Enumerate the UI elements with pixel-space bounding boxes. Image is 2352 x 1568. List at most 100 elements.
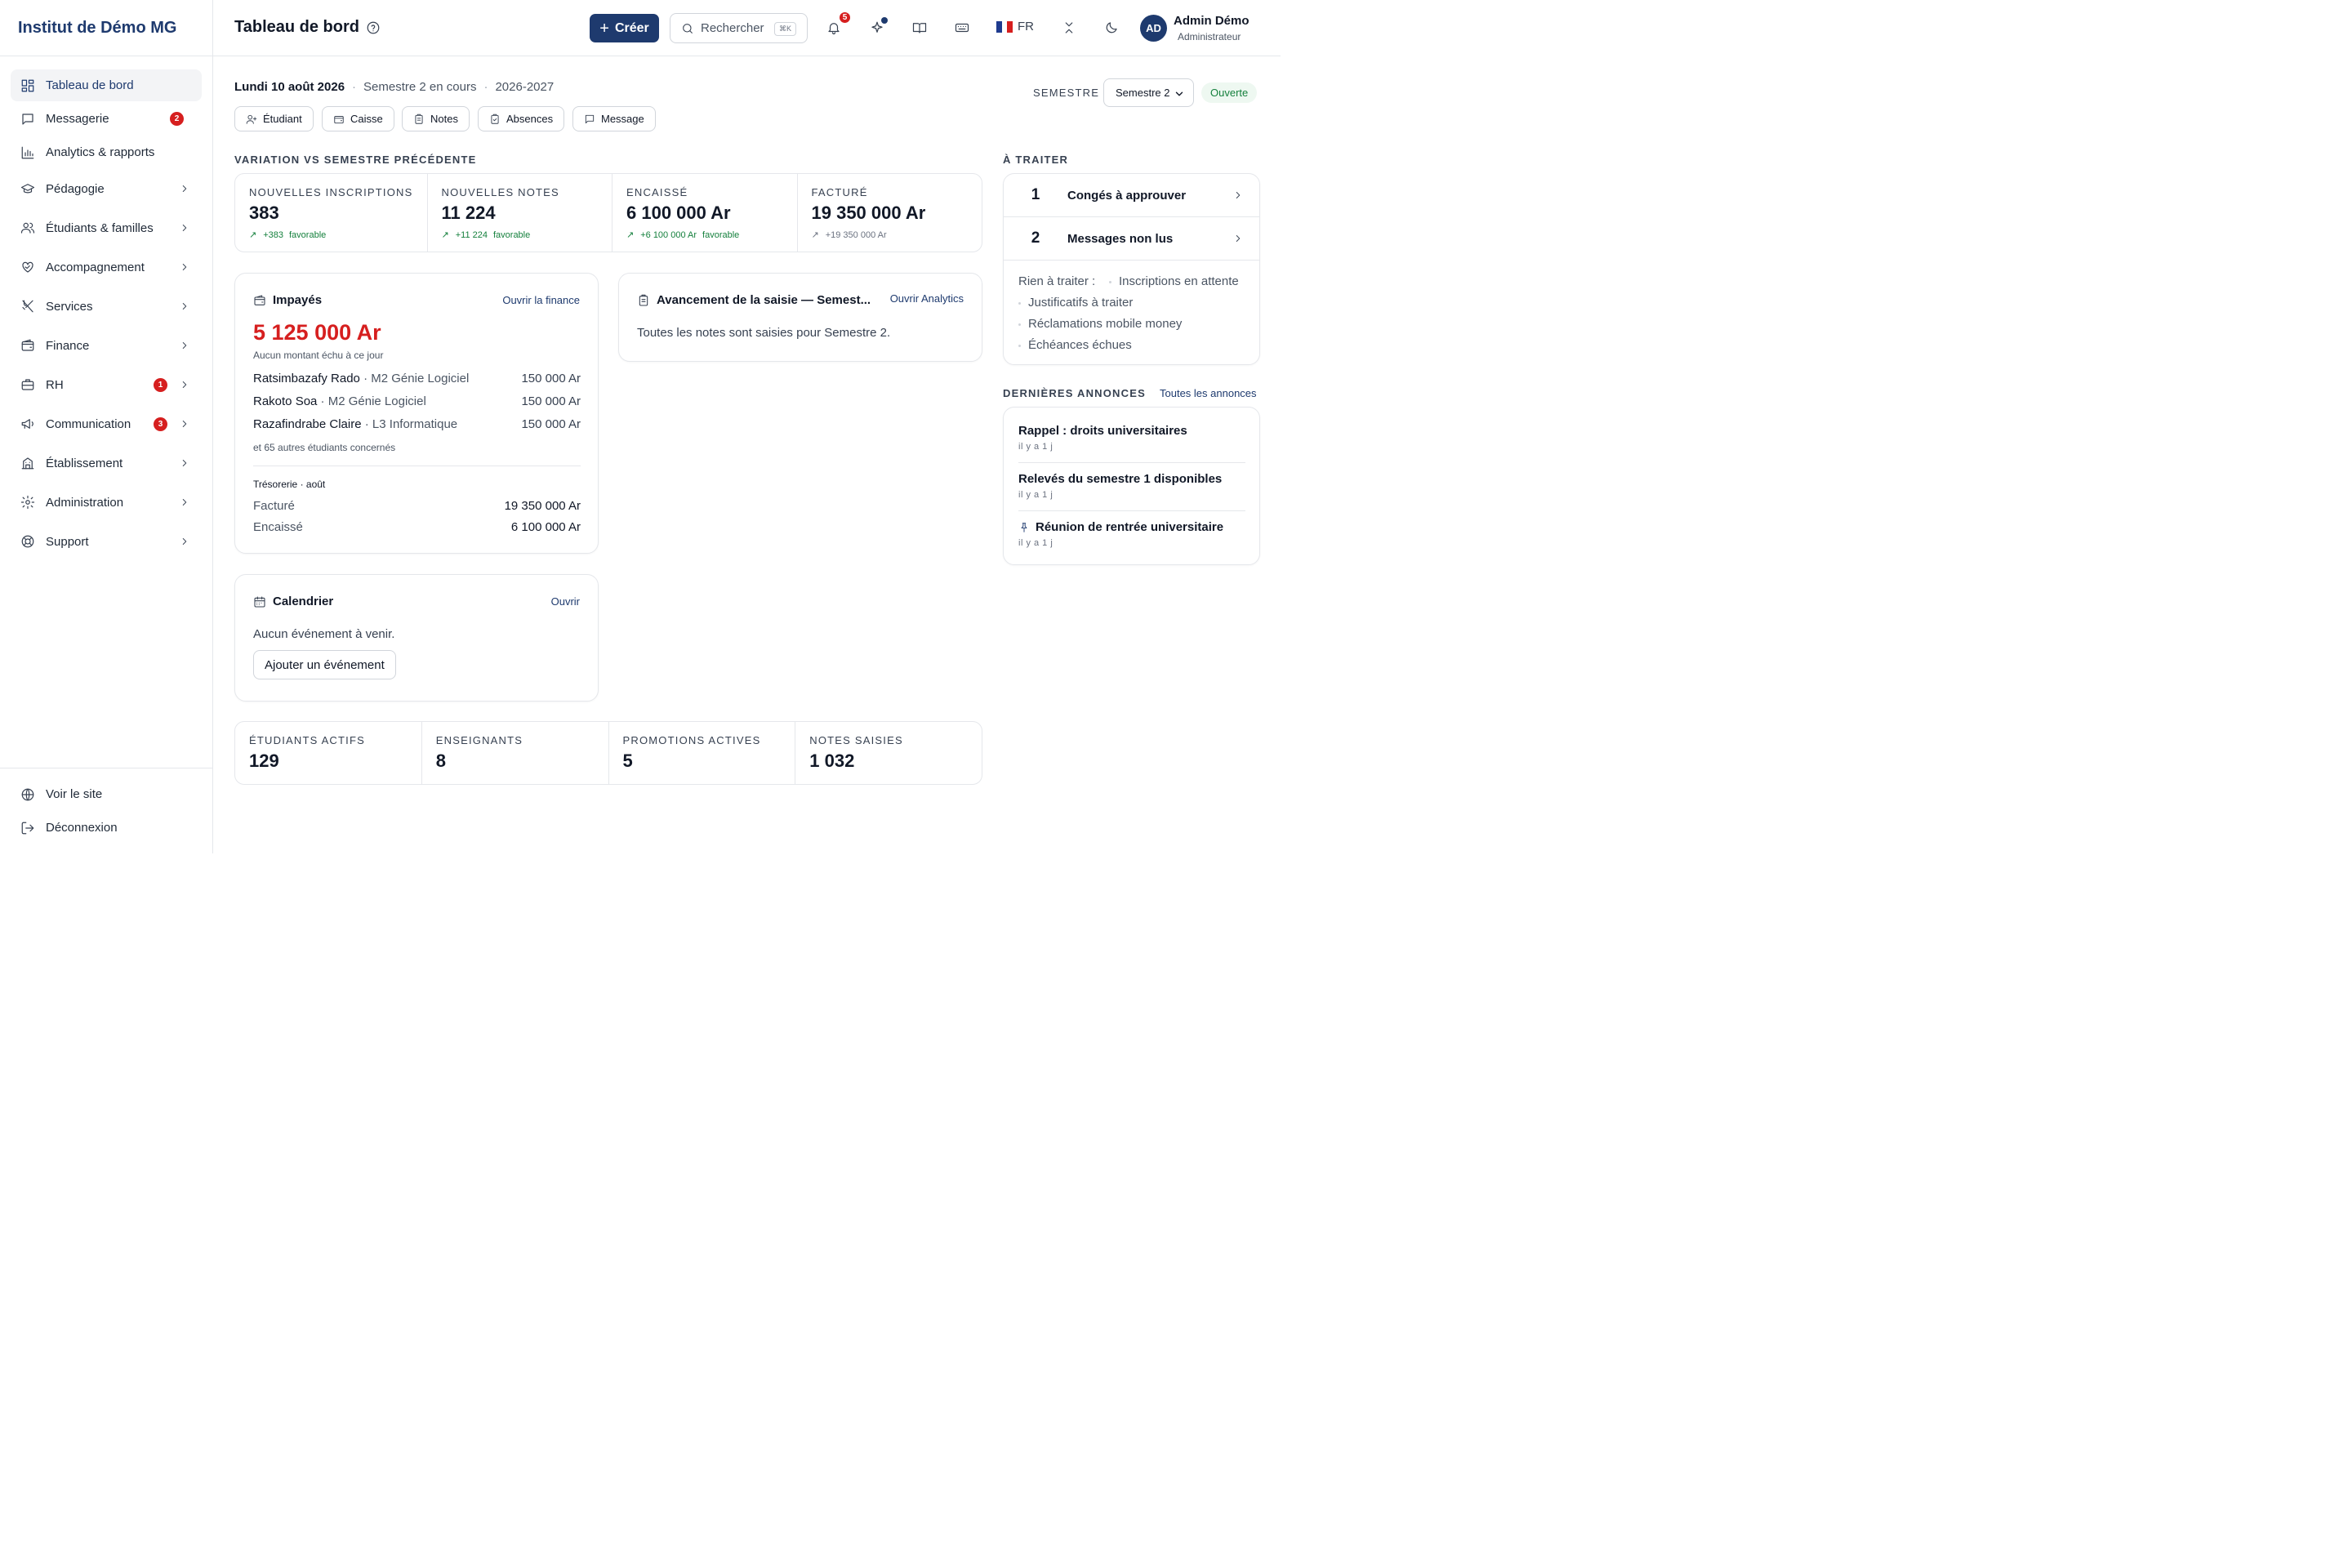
todo-section-label: À TRAITER (1003, 154, 1069, 166)
stat-label: ENSEIGNANTS (435, 734, 523, 746)
sidebar-item-label: Communication (46, 416, 131, 431)
todo-item-conges[interactable]: 1 Congés à approuver (1004, 174, 1260, 217)
sidebar-item-logout[interactable]: Déconnexion (11, 812, 202, 844)
sidebar-item-dashboard[interactable]: Tableau de bord (11, 69, 202, 101)
quick-action-absences[interactable]: Absences (478, 106, 565, 131)
user-name[interactable]: Admin Démo (1174, 14, 1250, 28)
impayes-subtitle: Aucun montant échu à ce jour (253, 350, 384, 361)
gear-icon (20, 495, 35, 510)
quick-action-message[interactable]: Message (572, 106, 656, 131)
quick-action-etudiant[interactable]: Étudiant (234, 106, 314, 131)
divider (1018, 462, 1245, 463)
announcement-title-row: Réunion de rentrée universitaire (1018, 520, 1245, 534)
announcement-title: Relevés du semestre 1 disponibles (1018, 472, 1223, 486)
sidebar-item-pedagogie[interactable]: Pédagogie (11, 170, 202, 207)
nothing-item: Échéances échues (1018, 338, 1132, 352)
todo-item-messages[interactable]: 2 Messages non lus (1004, 217, 1260, 261)
separator: · (483, 80, 488, 94)
quick-action-notes[interactable]: Notes (402, 106, 470, 131)
sidebar-item-label: Finance (46, 338, 90, 353)
list-item[interactable]: Razafindrabe Claire · L3 Informatique 15… (253, 417, 581, 431)
announcement-date: il y a 1 j (1018, 442, 1054, 452)
open-analytics-link[interactable]: Ouvrir Analytics (890, 292, 964, 305)
announcement-title: Rappel : droits universitaires (1018, 424, 1187, 438)
sidebar-item-accompagnement[interactable]: Accompagnement (11, 248, 202, 286)
sidebar-item-label: Pédagogie (46, 181, 105, 196)
sidebar-item-label: Déconnexion (46, 821, 118, 835)
language-code: FR (1018, 20, 1034, 33)
announcement-date: il y a 1 j (1018, 538, 1054, 548)
collapse-icon[interactable] (1062, 20, 1076, 35)
brand-name[interactable]: Institut de Démo MG (0, 0, 212, 56)
sidebar-item-label: Voir le site (46, 787, 103, 801)
keyboard-icon[interactable] (955, 20, 969, 35)
chevron-right-icon (1236, 235, 1241, 242)
impayes-card: Impayés Ouvrir la finance 5 125 000 Ar A… (234, 273, 599, 554)
divider (1018, 510, 1245, 511)
sidebar-item-finance[interactable]: Finance (11, 327, 202, 364)
language-switcher[interactable]: FR (996, 20, 1034, 33)
sidebar-item-administration[interactable]: Administration (11, 483, 202, 521)
stat-card: NOTES SAISIES 1 032 (795, 722, 982, 784)
top-header: Tableau de bord + Créer Rechercher ⌘K 5 … (213, 0, 1281, 56)
stat-label: ÉTUDIANTS ACTIFS (249, 734, 365, 746)
stat-label: NOTES SAISIES (809, 734, 903, 746)
sidebar-item-analytics[interactable]: Analytics & rapports (11, 136, 202, 168)
all-announcements-link[interactable]: Toutes les annonces (1160, 387, 1257, 399)
chevron-right-icon (182, 185, 187, 192)
stat-label: FACTURÉ (811, 186, 868, 198)
stat-delta-value: +6 100 000 Ar (640, 229, 697, 240)
chevron-right-icon (182, 460, 187, 466)
avatar[interactable]: AD (1140, 15, 1167, 42)
sidebar-item-label: Établissement (46, 456, 123, 470)
sidebar-item-support[interactable]: Support (11, 523, 202, 560)
stat-delta-note: favorable (702, 229, 740, 240)
book-open-icon[interactable] (912, 20, 927, 35)
stat-value: 383 (249, 203, 279, 223)
sparkles-dot (881, 17, 888, 24)
sidebar-item-rh[interactable]: RH 1 (11, 366, 202, 403)
sidebar-item-voir-site[interactable]: Voir le site (11, 778, 202, 810)
create-button[interactable]: + Créer (590, 14, 659, 42)
sidebar-item-communication[interactable]: Communication 3 (11, 405, 202, 443)
sidebar-item-services[interactable]: Services (11, 287, 202, 325)
debtor-amount: 150 000 Ar (521, 394, 581, 408)
notifications-badge: 5 (838, 11, 852, 24)
debtor-program: M2 Génie Logiciel (327, 394, 426, 408)
list-item[interactable]: Rappel : droits universitaires il y a 1 … (1018, 424, 1245, 452)
list-item[interactable]: Relevés du semestre 1 disponibles il y a… (1018, 472, 1245, 500)
academic-year: 2026-2027 (495, 80, 555, 94)
stat-delta-note: favorable (289, 229, 327, 240)
search-input[interactable]: Rechercher ⌘K (670, 13, 808, 43)
semester-label: SEMESTRE (1033, 87, 1100, 99)
chevron-right-icon (182, 538, 187, 545)
help-circle-icon[interactable] (366, 20, 381, 35)
open-finance-link[interactable]: Ouvrir la finance (502, 294, 580, 306)
semester-select[interactable]: Semestre 2 (1103, 78, 1194, 107)
sidebar-item-messagerie[interactable]: Messagerie 2 (11, 103, 202, 135)
list-item[interactable]: Ratsimbazafy Rado · M2 Génie Logiciel 15… (253, 372, 581, 385)
chevron-right-icon (182, 421, 187, 427)
stat-value: 5 (622, 751, 633, 771)
stat-card: ÉTUDIANTS ACTIFS 129 (235, 722, 422, 784)
stat-label: NOUVELLES INSCRIPTIONS (249, 186, 413, 198)
chevron-right-icon (182, 499, 187, 506)
announcement-date: il y a 1 j (1018, 490, 1054, 500)
add-event-button[interactable]: Ajouter un événement (253, 650, 396, 679)
sidebar-footer: Voir le site Déconnexion (0, 768, 212, 845)
stat-delta-value: +19 350 000 Ar (825, 229, 887, 240)
sidebar-item-label: Tableau de bord (46, 78, 134, 92)
quick-action-caisse[interactable]: Caisse (322, 106, 394, 131)
list-item[interactable]: Rakoto Soa · M2 Génie Logiciel 150 000 A… (253, 394, 581, 408)
bell-icon[interactable] (826, 20, 841, 35)
open-calendar-link[interactable]: Ouvrir (551, 595, 580, 608)
lifebuoy-icon (21, 535, 34, 548)
sidebar-item-label: Administration (46, 495, 124, 510)
communication-badge: 3 (154, 416, 167, 431)
stat-value: 8 (435, 751, 446, 771)
moon-icon[interactable] (1104, 20, 1119, 35)
list-item[interactable]: Réunion de rentrée universitaire il y a … (1018, 520, 1245, 548)
sidebar-item-etablissement[interactable]: Établissement (11, 444, 202, 482)
sidebar-item-etudiants[interactable]: Étudiants & familles (11, 209, 202, 247)
todo-count: 1 (1031, 186, 1040, 203)
